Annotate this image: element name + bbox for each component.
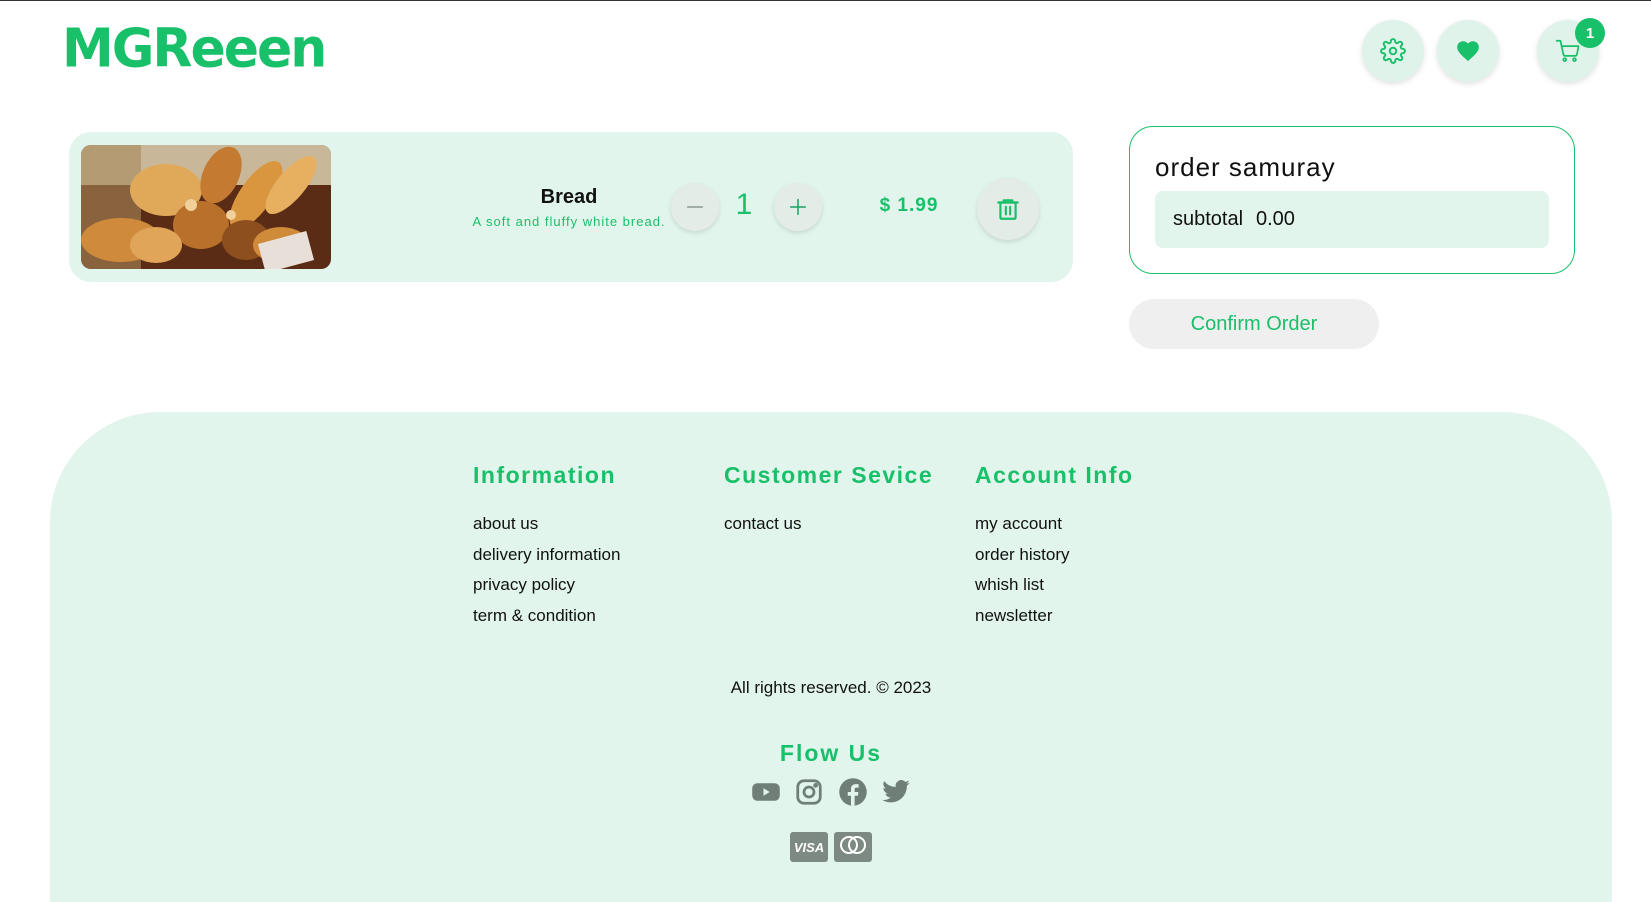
instagram-icon bbox=[796, 779, 822, 805]
facebook-icon bbox=[838, 778, 867, 806]
plus-icon bbox=[789, 198, 807, 216]
youtube-link[interactable] bbox=[750, 776, 782, 808]
footer-link-wish-list[interactable]: whish list bbox=[975, 570, 1134, 601]
order-summary: order samuray subtotal 0.00 bbox=[1129, 126, 1575, 274]
footer-link-about[interactable]: about us bbox=[473, 509, 620, 540]
footer-column-account-info: Account Info my account order history wh… bbox=[975, 462, 1134, 631]
follow-us-title: Flow Us bbox=[779, 740, 883, 766]
mastercard-icon bbox=[834, 832, 872, 862]
confirm-order-button[interactable]: Confirm Order bbox=[1129, 299, 1379, 349]
quantity-value: 1 bbox=[735, 188, 753, 221]
payment-methods: VISA bbox=[790, 832, 872, 862]
footer-column-customer-service: Customer Sevice contact us bbox=[724, 462, 933, 540]
copyright-text: All rights reserved. © 2023 bbox=[730, 678, 932, 697]
remove-item-button[interactable] bbox=[977, 178, 1039, 240]
summary-title: order samuray bbox=[1155, 152, 1336, 182]
wishlist-button[interactable] bbox=[1437, 20, 1499, 82]
increase-quantity-button[interactable] bbox=[774, 183, 822, 231]
footer: Information about us delivery informatio… bbox=[50, 412, 1612, 902]
trash-icon bbox=[997, 199, 1019, 220]
heart-icon bbox=[1457, 41, 1479, 62]
footer-column-title: Account Info bbox=[975, 462, 1134, 488]
footer-column-title: Customer Sevice bbox=[724, 462, 934, 488]
logo[interactable]: MGReeen bbox=[62, 17, 327, 80]
minus-icon bbox=[686, 206, 704, 208]
subtotal-label: subtotal bbox=[1173, 208, 1244, 230]
cart-button[interactable]: 1 bbox=[1537, 18, 1605, 82]
footer-link-delivery[interactable]: delivery information bbox=[473, 540, 620, 571]
footer-link-terms[interactable]: term & condition bbox=[473, 601, 620, 632]
footer-link-order-history[interactable]: order history bbox=[975, 540, 1134, 571]
decrease-quantity-button[interactable] bbox=[671, 183, 719, 231]
subtotal-box: subtotal 0.00 bbox=[1155, 191, 1549, 248]
settings-button[interactable] bbox=[1362, 20, 1424, 82]
visa-icon: VISA bbox=[790, 832, 828, 862]
social-links bbox=[750, 776, 912, 808]
youtube-icon bbox=[752, 783, 780, 801]
facebook-link[interactable] bbox=[837, 776, 869, 808]
footer-link-contact[interactable]: contact us bbox=[724, 509, 933, 540]
footer-link-newsletter[interactable]: newsletter bbox=[975, 601, 1134, 632]
footer-column-title: Information bbox=[473, 462, 616, 488]
product-image bbox=[81, 145, 331, 269]
product-price: $ 1.99 bbox=[879, 195, 939, 216]
gear-icon bbox=[1380, 38, 1406, 64]
footer-column-information: Information about us delivery informatio… bbox=[473, 462, 620, 631]
instagram-link[interactable] bbox=[793, 776, 825, 808]
twitter-icon bbox=[882, 780, 910, 803]
cart-item: Bread A soft and fluffy white bread. 1 $… bbox=[69, 132, 1073, 282]
twitter-link[interactable] bbox=[880, 776, 912, 808]
footer-link-privacy[interactable]: privacy policy bbox=[473, 570, 620, 601]
subtotal-value: 0.00 bbox=[1256, 208, 1295, 230]
cart-count-badge: 1 bbox=[1575, 18, 1605, 48]
top-border bbox=[0, 0, 1651, 1]
footer-link-my-account[interactable]: my account bbox=[975, 509, 1134, 540]
